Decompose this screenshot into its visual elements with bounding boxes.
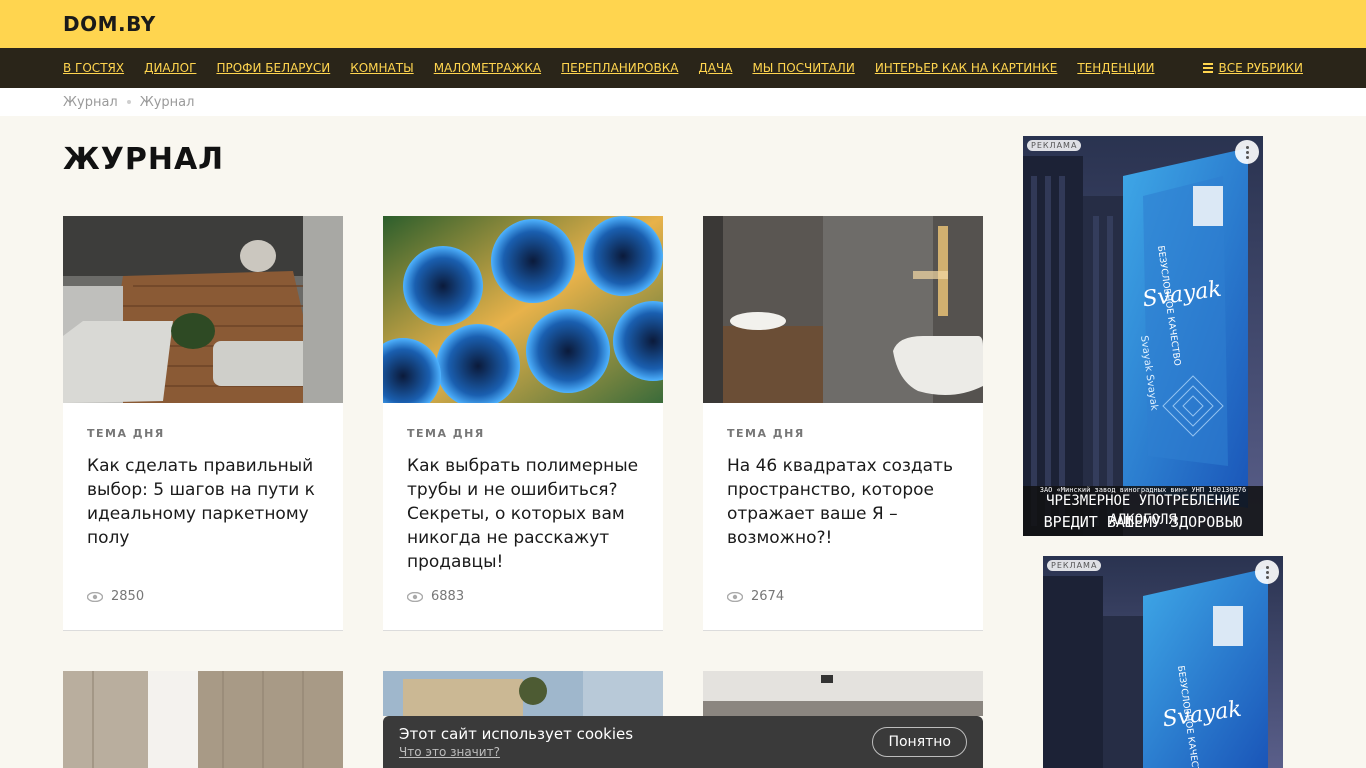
menu-icon — [1202, 63, 1213, 73]
article-tag: ТЕМА ДНЯ — [407, 427, 485, 440]
article-card-body: ТЕМА ДНЯ Как сделать правильный выбор: 5… — [63, 403, 343, 630]
article-image[interactable] — [703, 671, 983, 716]
article-tag: ТЕМА ДНЯ — [87, 427, 165, 440]
article-title[interactable]: Как сделать правильный выбор: 5 шагов на… — [87, 454, 319, 550]
article-title[interactable]: На 46 квадратах создать пространство, ко… — [727, 454, 959, 550]
ad-label: РЕКЛАМА — [1047, 560, 1102, 571]
nav-item-dialog[interactable]: ДИАЛОГ — [144, 61, 196, 75]
cookie-text: Этот сайт использует cookies — [399, 725, 634, 743]
view-count: 6883 — [407, 589, 464, 604]
eye-icon — [727, 591, 743, 602]
article-image[interactable] — [703, 216, 983, 403]
article-tag: ТЕМА ДНЯ — [727, 427, 805, 440]
main-nav: В ГОСТЯХ ДИАЛОГ ПРОФИ БЕЛАРУСИ КОМНАТЫ М… — [0, 48, 1366, 88]
nav-item-komnaty[interactable]: КОМНАТЫ — [350, 61, 413, 75]
nav-list: В ГОСТЯХ ДИАЛОГ ПРОФИ БЕЛАРУСИ КОМНАТЫ М… — [63, 48, 1175, 88]
breadcrumb: Журнал Журнал — [63, 88, 194, 116]
advertisement[interactable]: Svayak Svayak Svayak БЕЗУСЛОВНОЕ КАЧЕСТВ… — [1023, 136, 1263, 536]
all-rubrics-link[interactable]: ВСЕ РУБРИКИ — [1202, 48, 1304, 88]
nav-item-profi-belarusi[interactable]: ПРОФИ БЕЛАРУСИ — [216, 61, 330, 75]
nav-item-dacha[interactable]: ДАЧА — [698, 61, 732, 75]
eye-icon — [407, 591, 423, 602]
article-card-body: ТЕМА ДНЯ Как выбрать полимерные трубы и … — [383, 403, 663, 630]
all-rubrics-label: ВСЕ РУБРИКИ — [1218, 61, 1304, 75]
view-count: 2674 — [727, 589, 784, 604]
ad-label: РЕКЛАМА — [1027, 140, 1082, 151]
nav-item-interer-kak-na-kartinke[interactable]: ИНТЕРЬЕР КАК НА КАРТИНКЕ — [875, 61, 1058, 75]
nav-item-malometrazhka[interactable]: МАЛОМЕТРАЖКА — [434, 61, 541, 75]
nav-item-my-poschitali[interactable]: МЫ ПОСЧИТАЛИ — [752, 61, 854, 75]
cookie-accept-button[interactable]: Понятно — [872, 727, 967, 757]
cookie-banner: Этот сайт использует cookies Что это зна… — [383, 716, 983, 768]
advertisement[interactable]: Svayak БЕЗУСЛОВНОЕ КАЧЕСТВО РЕКЛАМА — [1043, 556, 1283, 768]
eye-icon — [87, 591, 103, 602]
article-image[interactable] — [383, 216, 663, 403]
view-count-value: 6883 — [431, 589, 465, 604]
nav-item-v-gostyah[interactable]: В ГОСТЯХ — [63, 61, 124, 75]
nav-item-pereplanirovka[interactable]: ПЕРЕПЛАНИРОВКА — [561, 61, 678, 75]
ad-warning-line2: ВРЕДИТ ВАШЕМУ ЗДОРОВЬЮ — [1043, 513, 1243, 531]
view-count-value: 2674 — [751, 589, 785, 604]
article-image[interactable] — [383, 671, 663, 716]
nav-item-tendencii[interactable]: ТЕНДЕНЦИИ — [1077, 61, 1154, 75]
breadcrumb-separator — [126, 100, 131, 104]
view-count: 2850 — [87, 589, 144, 604]
site-logo[interactable]: DOM.BY — [63, 12, 156, 36]
article-card-body: ТЕМА ДНЯ На 46 квадратах создать простра… — [703, 403, 983, 630]
view-count-value: 2850 — [111, 589, 145, 604]
breadcrumb-item[interactable]: Журнал — [63, 95, 118, 110]
article-card[interactable]: ТЕМА ДНЯ Как сделать правильный выбор: 5… — [63, 216, 343, 631]
article-card[interactable]: ТЕМА ДНЯ На 46 квадратах создать простра… — [703, 216, 983, 631]
breadcrumb-bar: Журнал Журнал — [0, 88, 1366, 116]
cookie-info-link[interactable]: Что это значит? — [399, 745, 500, 759]
article-image[interactable] — [63, 671, 343, 768]
breadcrumb-current: Журнал — [139, 94, 195, 110]
more-options-icon[interactable] — [1235, 140, 1259, 164]
site-header: DOM.BY — [0, 0, 1366, 48]
article-card[interactable]: ТЕМА ДНЯ Как выбрать полимерные трубы и … — [383, 216, 663, 631]
article-title[interactable]: Как выбрать полимерные трубы и не ошибит… — [407, 454, 639, 574]
article-image[interactable] — [63, 216, 343, 403]
more-options-icon[interactable] — [1255, 560, 1279, 584]
page-title: ЖУРНАЛ — [63, 142, 225, 177]
